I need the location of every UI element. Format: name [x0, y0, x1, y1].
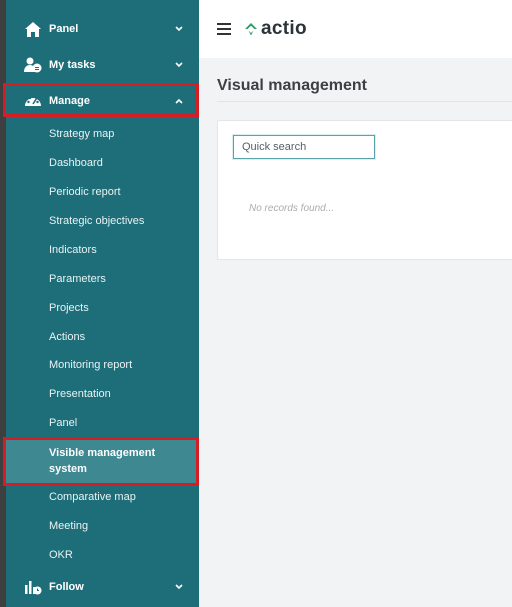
sidebar-subitem-panel[interactable]: Panel — [49, 417, 77, 429]
user-tasks-icon — [24, 56, 42, 74]
page-title: Visual management — [217, 77, 367, 94]
chevron-down-icon — [173, 59, 185, 71]
sidebar-item-label: My tasks — [49, 59, 96, 71]
sidebar-item-panel[interactable]: Panel — [6, 11, 199, 47]
sidebar-subitem-meeting[interactable]: Meeting — [49, 520, 88, 532]
follow-chart-icon — [24, 578, 42, 596]
sidebar-subitem-indicators[interactable]: Indicators — [49, 244, 97, 256]
sidebar-subitem-projects[interactable]: Projects — [49, 302, 89, 314]
chevron-down-icon — [173, 581, 185, 593]
highlight-box — [3, 437, 199, 486]
sidebar-subitem-presentation[interactable]: Presentation — [49, 388, 111, 400]
sidebar-subitem-actions[interactable]: Actions — [49, 331, 85, 343]
sidebar-subitem-strategic-objectives[interactable]: Strategic objectives — [49, 215, 144, 227]
sidebar-item-my-tasks[interactable]: My tasks — [6, 47, 199, 83]
chevron-down-icon — [173, 23, 185, 35]
sidebar-item-label: Panel — [49, 23, 79, 35]
hamburger-menu-icon[interactable] — [217, 23, 231, 35]
sidebar-item-label: Follow — [49, 581, 84, 593]
sidebar-subitem-parameters[interactable]: Parameters — [49, 273, 106, 285]
sidebar-subitem-periodic-report[interactable]: Periodic report — [49, 186, 121, 198]
sidebar-subitem-okr[interactable]: OKR — [49, 549, 73, 561]
empty-state-message: No records found... — [249, 203, 335, 214]
logo-mark-icon — [245, 23, 257, 36]
quick-search-input[interactable] — [233, 135, 375, 159]
sidebar-subitem-strategy-map[interactable]: Strategy map — [49, 128, 114, 140]
divider — [217, 101, 512, 102]
sidebar-item-follow[interactable]: Follow — [6, 569, 199, 605]
content-card: No records found... — [217, 120, 512, 260]
sidebar-subitem-dashboard[interactable]: Dashboard — [49, 157, 103, 169]
top-bar: actio — [199, 0, 512, 58]
highlight-box — [3, 83, 199, 117]
brand-name: actio — [261, 18, 307, 39]
sidebar-subitem-monitoring-report[interactable]: Monitoring report — [49, 359, 132, 371]
home-icon — [24, 20, 42, 38]
sidebar-subitem-comparative-map[interactable]: Comparative map — [49, 491, 136, 503]
brand-logo: actio — [244, 18, 307, 40]
sidebar: Panel My tasks Manage Strategy map Dashb… — [3, 0, 199, 607]
